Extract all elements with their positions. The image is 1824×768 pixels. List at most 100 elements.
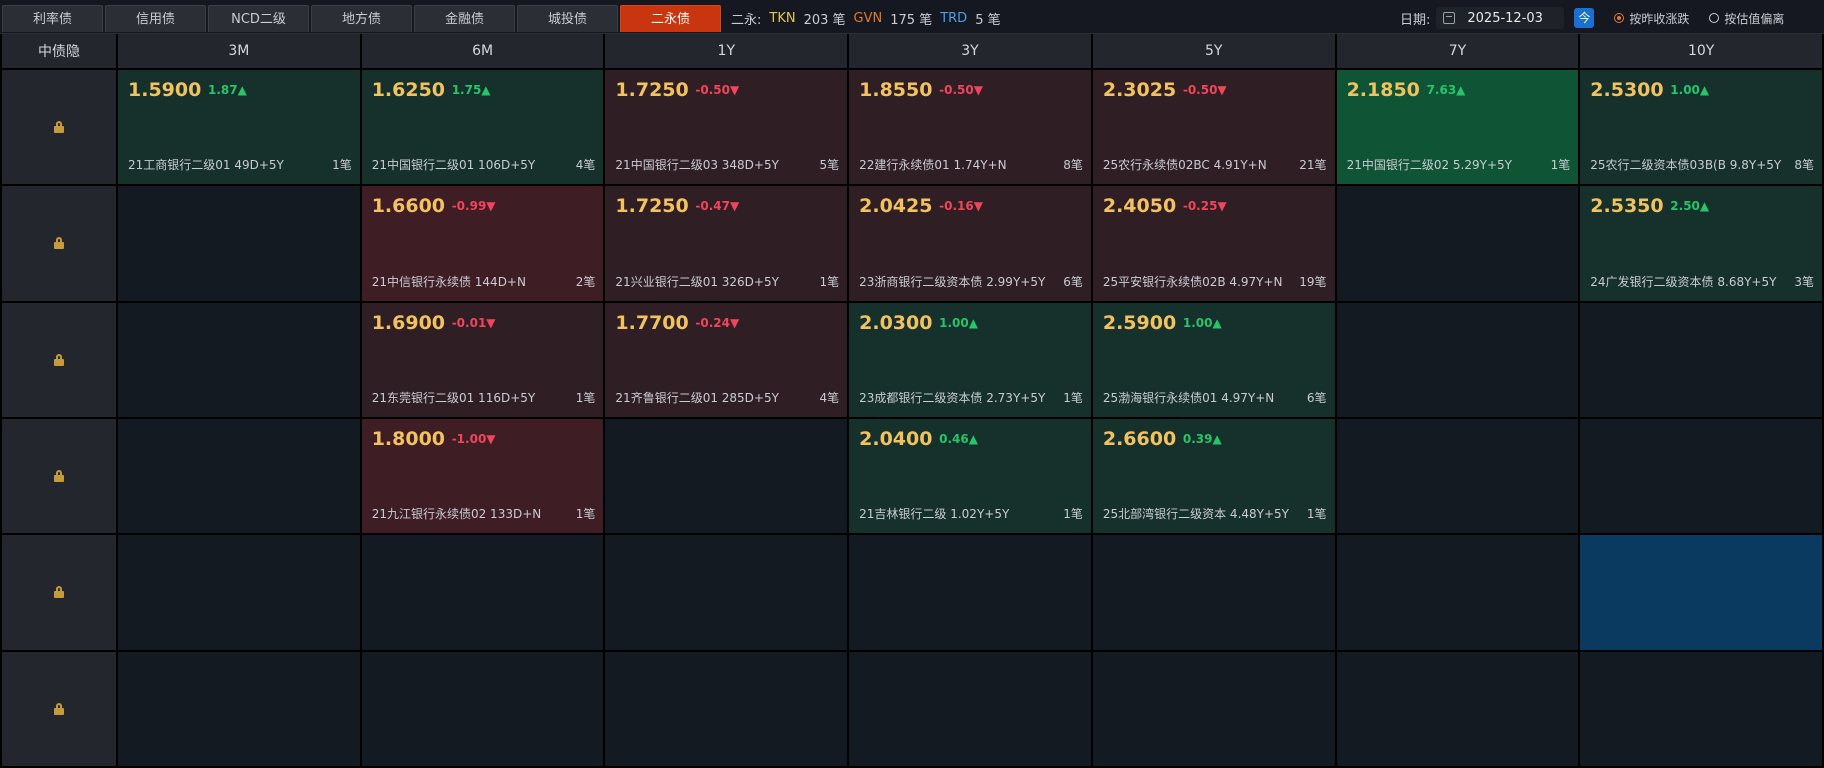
quote-cell[interactable]: 2.3025 -0.50▼ 25农行永续债02BC 4.91Y+N 21笔 <box>1092 70 1335 185</box>
quote-cell[interactable] <box>1092 651 1335 766</box>
lock-icon[interactable] <box>54 702 64 715</box>
quote-cell[interactable]: 2.6600 0.39▲ 25北部湾银行二级资本 4.48Y+5Y 1笔 <box>1092 419 1335 534</box>
gvn-value: 175 笔 <box>890 13 933 28</box>
trd-value: 5 笔 <box>975 13 1001 28</box>
row-lock-cell[interactable] <box>2 302 116 417</box>
quote-cell[interactable] <box>1336 535 1579 650</box>
quote-cell[interactable] <box>1580 535 1822 650</box>
quote-cell[interactable] <box>1336 186 1579 301</box>
quote-cell[interactable]: 1.5900 1.87▲ 21工商银行二级01 49D+5Y 1笔 <box>118 70 360 185</box>
bond-name: 23成都银行二级资本债 2.73Y+5Y <box>859 391 1046 405</box>
trade-count: 1笔 <box>1063 507 1083 522</box>
quote-cell[interactable] <box>605 651 848 766</box>
bond-name: 21中国银行二级01 106D+5Y <box>371 158 536 173</box>
trade-count: 1笔 <box>819 274 840 289</box>
quote-cell[interactable] <box>118 186 360 301</box>
bond-name: 21东莞银行二级01 116D+5Y <box>371 391 536 405</box>
quote-cell[interactable]: 1.7250 -0.47▼ 21兴业银行二级01 326D+5Y 1笔 <box>605 186 848 301</box>
quote-cell[interactable] <box>849 535 1091 650</box>
quote-cell[interactable] <box>849 651 1091 766</box>
quote-change: 0.46▲ <box>939 432 978 446</box>
quote-change: 7.63▲ <box>1426 83 1466 97</box>
radio-unchecked-icon[interactable] <box>1709 13 1720 23</box>
row-lock-cell[interactable] <box>2 70 116 185</box>
quote-cell[interactable] <box>118 302 360 417</box>
tab-ncd[interactable]: NCD二级 <box>208 5 309 32</box>
bond-name: 21中国银行二级03 348D+5Y <box>615 158 779 173</box>
date-label: 日期: <box>1400 12 1431 28</box>
tkn-label: TKN <box>769 11 796 26</box>
quote-cell[interactable]: 2.4050 -0.25▼ 25平安银行永续债02B 4.97Y+N 19笔 <box>1092 186 1335 301</box>
header-1y: 1Y <box>605 34 848 68</box>
quote-cell[interactable] <box>1336 302 1579 417</box>
quote-cell[interactable] <box>605 535 848 650</box>
quote-cell[interactable] <box>361 535 604 650</box>
quote-cell[interactable]: 2.0300 1.00▲ 23成都银行二级资本债 2.73Y+5Y 1笔 <box>849 302 1091 417</box>
radio-valuation[interactable]: 按估值偏离 <box>1709 10 1784 27</box>
quote-cell[interactable]: 1.7700 -0.24▼ 21齐鲁银行二级01 285D+5Y 4笔 <box>605 302 848 417</box>
tab-credit-bond[interactable]: 信用债 <box>105 5 206 32</box>
tab-urban-bond[interactable]: 城投债 <box>517 5 618 32</box>
row-lock-cell[interactable] <box>2 186 116 301</box>
row-lock-cell[interactable] <box>2 535 116 650</box>
quote-cell[interactable]: 2.1850 7.63▲ 21中国银行二级02 5.29Y+5Y 1笔 <box>1336 70 1579 185</box>
quote-change: -0.47▼ <box>695 199 740 214</box>
lock-icon[interactable] <box>54 121 64 134</box>
row-lock-cell[interactable] <box>2 651 116 766</box>
quote-cell[interactable]: 2.5300 1.00▲ 25农行二级资本债03B(B 9.8Y+5Y 8笔 <box>1580 70 1822 185</box>
bond-name: 25渤海银行永续债01 4.97Y+N <box>1102 391 1275 405</box>
lock-icon[interactable] <box>54 586 64 599</box>
quote-cell[interactable] <box>118 419 360 534</box>
quote-cell[interactable] <box>118 535 360 650</box>
quote-cell[interactable]: 1.7250 -0.50▼ 21中国银行二级03 348D+5Y 5笔 <box>605 70 848 185</box>
quote-change: -0.01▼ <box>451 315 496 330</box>
quote-cell[interactable] <box>605 419 848 534</box>
quote-change: 1.00▲ <box>1670 83 1710 97</box>
lock-icon[interactable] <box>54 353 64 366</box>
tab-rate-bond[interactable]: 利率债 <box>2 5 103 32</box>
row-lock-cell[interactable] <box>2 419 116 534</box>
quote-cell[interactable]: 1.6600 -0.99▼ 21中信银行永续债 144D+N 2笔 <box>361 186 604 301</box>
quote-cell[interactable] <box>1336 651 1579 766</box>
quote-price: 1.7250 <box>615 195 689 218</box>
quote-price: 1.6900 <box>371 311 446 334</box>
quote-cell[interactable]: 2.0400 0.46▲ 21吉林银行二级 1.02Y+5Y 1笔 <box>849 419 1091 534</box>
today-button[interactable]: 今 <box>1574 8 1595 28</box>
quote-cell[interactable]: 2.5900 1.00▲ 25渤海银行永续债01 4.97Y+N 6笔 <box>1092 302 1335 417</box>
radio-checked-icon[interactable] <box>1614 13 1625 23</box>
quote-cell[interactable] <box>1092 535 1335 650</box>
quote-price: 2.0300 <box>859 311 933 334</box>
quote-cell[interactable]: 2.5350 2.50▲ 24广发银行二级资本债 8.68Y+5Y 3笔 <box>1580 186 1822 301</box>
trade-count: 1笔 <box>575 391 596 405</box>
bond-name: 25北部湾银行二级资本 4.48Y+5Y <box>1102 507 1289 522</box>
quote-change: 1.87▲ <box>208 83 247 97</box>
quote-cell[interactable] <box>1580 419 1822 534</box>
quote-cell[interactable]: 1.8550 -0.50▼ 22建行永续债01 1.74Y+N 8笔 <box>849 70 1091 185</box>
trade-count: 2笔 <box>575 274 596 289</box>
lock-icon[interactable] <box>54 470 64 483</box>
date-picker[interactable]: 2025-12-03 <box>1436 7 1565 29</box>
quote-cell[interactable]: 1.8000 -1.00▼ 21九江银行永续债02 133D+N 1笔 <box>361 419 604 534</box>
quote-grid: 中债隐 3M 6M 1Y 3Y 5Y 7Y 10Y 1.5900 1.87▲ 21工… <box>0 34 1824 768</box>
quote-cell[interactable] <box>1580 302 1822 417</box>
tab-tier2-perpetual[interactable]: 二永债 <box>620 5 721 32</box>
quote-cell[interactable]: 2.0425 -0.16▼ 23浙商银行二级资本债 2.99Y+5Y 6笔 <box>849 186 1091 301</box>
lock-icon[interactable] <box>54 237 64 250</box>
radio-prev-close[interactable]: 按昨收涨跌 <box>1614 10 1689 27</box>
quote-cell[interactable] <box>1336 419 1579 534</box>
quote-price: 2.1850 <box>1346 79 1420 101</box>
quote-change: -1.00▼ <box>451 432 496 446</box>
trd-label: TRD <box>940 11 968 26</box>
quote-cell[interactable] <box>1580 651 1822 766</box>
quote-change: -0.25▼ <box>1182 199 1227 214</box>
quote-cell[interactable]: 1.6250 1.75▲ 21中国银行二级01 106D+5Y 4笔 <box>361 70 604 185</box>
tab-local-bond[interactable]: 地方债 <box>311 5 412 32</box>
tab-financial-bond[interactable]: 金融债 <box>414 5 515 32</box>
calendar-icon[interactable] <box>1443 12 1456 24</box>
bond-name: 25平安银行永续债02B 4.97Y+N <box>1102 274 1283 289</box>
bond-name: 25农行二级资本债03B(B 9.8Y+5Y <box>1590 158 1782 173</box>
quote-cell[interactable] <box>118 651 360 766</box>
quote-cell[interactable]: 1.6900 -0.01▼ 21东莞银行二级01 116D+5Y 1笔 <box>361 302 604 417</box>
header-7y: 7Y <box>1336 34 1579 68</box>
quote-cell[interactable] <box>361 651 604 766</box>
